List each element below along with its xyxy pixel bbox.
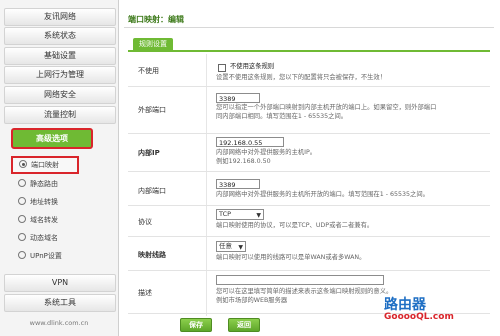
save-button[interactable]: 保存 xyxy=(180,318,212,332)
internal-ip-input[interactable]: 192.168.0.55 xyxy=(216,137,284,147)
disable-checkbox-label: 不使用这条规则 xyxy=(230,63,275,70)
protocol-help: 端口映射使用的协议，可以是TCP、UDP或者二者兼有。 xyxy=(216,222,374,229)
internal-ip-help-1: 内部网络中对外提供服务的主机IP。 xyxy=(216,149,317,156)
menu-item-system-status[interactable]: 系统状态 xyxy=(4,27,116,45)
protocol-value: TCP xyxy=(219,210,232,218)
submenu-static-route[interactable]: 静态路由 xyxy=(12,177,102,191)
radio-icon xyxy=(18,179,26,187)
menu-item-advanced-options[interactable]: 高级选项 xyxy=(11,128,93,149)
disable-checkbox[interactable] xyxy=(218,64,226,72)
page-title: 端口映射：编辑 xyxy=(128,15,184,24)
radio-icon xyxy=(18,197,26,205)
watermark-url: GooooQL.com xyxy=(384,312,454,322)
submenu-label: 动态域名 xyxy=(30,234,58,242)
radio-selected-icon xyxy=(19,160,27,168)
description-input[interactable] xyxy=(216,275,384,285)
disable-label: 不使用 xyxy=(138,67,159,75)
radio-icon xyxy=(18,233,26,241)
menu-item-dlink-network[interactable]: 友讯网络 xyxy=(4,8,116,26)
watermark-logo: 路由器 xyxy=(384,297,426,313)
row-internal-port xyxy=(128,172,490,206)
chevron-down-icon: ▼ xyxy=(256,212,261,219)
line-label: 映射线路 xyxy=(138,251,166,259)
menu-item-traffic-control[interactable]: 流量控制 xyxy=(4,106,116,124)
submenu-label: UPnP设置 xyxy=(30,252,62,260)
disable-help: 设置不使用这条规则，您以下的配置将只会被保存，不生效！ xyxy=(216,74,387,81)
menu-item-behavior-management[interactable]: 上网行为管理 xyxy=(4,66,116,84)
sidebar: 友讯网络 系统状态 基础设置 上网行为管理 网络安全 流量控制 高级选项 端口映… xyxy=(0,0,119,336)
radio-icon xyxy=(18,251,26,259)
submenu-label: 端口映射 xyxy=(31,161,59,169)
submenu-label: 地址转换 xyxy=(30,198,58,206)
submenu-domain-forward[interactable]: 域名转发 xyxy=(12,213,102,227)
line-select[interactable]: 任意 ▼ xyxy=(216,241,246,252)
menu-item-system-tools[interactable]: 系统工具 xyxy=(4,294,116,312)
internal-ip-help-2: 例如192.168.0.50 xyxy=(216,158,271,165)
submenu-upnp[interactable]: UPnP设置 xyxy=(12,249,102,263)
external-port-help-1: 您可以指定一个外部端口映射到内部主机开放的端口上。如果留空，则外部端口 xyxy=(216,104,437,111)
tab-divider xyxy=(128,50,490,52)
description-help-1: 您可以在这里填写简单的描述来表示这条端口映射规则的意义。 xyxy=(216,288,393,295)
protocol-label: 协议 xyxy=(138,218,152,226)
title-divider xyxy=(124,27,494,28)
tab-rule-settings[interactable]: 规则设置 xyxy=(133,38,173,50)
submenu-ddns[interactable]: 动态域名 xyxy=(12,231,102,245)
footer-url: www.dlink.com.cn xyxy=(29,319,89,327)
description-help-2: 例如市场部的WEB服务器 xyxy=(216,297,288,304)
back-button[interactable]: 返回 xyxy=(228,318,260,332)
internal-port-input[interactable]: 3389 xyxy=(216,179,260,189)
internal-port-help: 内部网络中对外提供服务的主机所开放的端口。填写范围在1 - 65535之间。 xyxy=(216,191,429,198)
external-port-help-2: 同内部端口相同。填写范围在1 - 65535之间。 xyxy=(216,113,348,120)
external-port-input[interactable]: 3389 xyxy=(216,93,260,103)
submenu-port-mapping[interactable]: 端口映射 xyxy=(11,156,79,174)
internal-ip-label: 内部IP xyxy=(138,149,160,157)
internal-port-label: 内部端口 xyxy=(138,187,166,195)
submenu-label: 域名转发 xyxy=(30,216,58,224)
external-port-label: 外部端口 xyxy=(138,106,166,114)
line-value: 任意 xyxy=(219,242,232,250)
radio-icon xyxy=(18,215,26,223)
menu-item-vpn[interactable]: VPN xyxy=(4,274,116,292)
menu-item-basic-settings[interactable]: 基础设置 xyxy=(4,47,116,65)
submenu-nat[interactable]: 地址转换 xyxy=(12,195,102,209)
menu-item-network-security[interactable]: 网络安全 xyxy=(4,86,116,104)
protocol-select[interactable]: TCP ▼ xyxy=(216,209,264,220)
description-label: 描述 xyxy=(138,289,152,297)
submenu-label: 静态路由 xyxy=(30,180,58,188)
line-help: 端口映射可以使用的线路可以是单WAN或者多WAN。 xyxy=(216,254,366,261)
chevron-down-icon: ▼ xyxy=(238,244,243,251)
